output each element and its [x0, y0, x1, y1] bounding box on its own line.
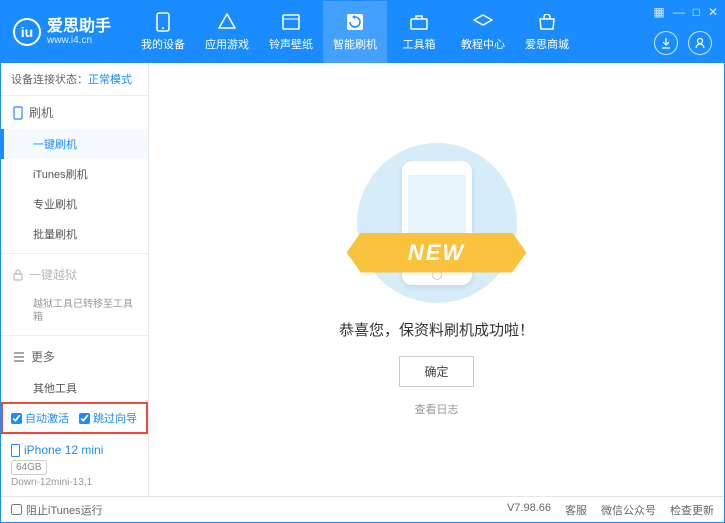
- menu-button[interactable]: ▦: [653, 5, 664, 19]
- logo-icon: iu: [13, 18, 41, 46]
- logo-area: iu 爱思助手 www.i4.cn: [1, 18, 123, 47]
- nav-my-device[interactable]: 我的设备: [131, 1, 195, 63]
- options-row: 自动激活 跳过向导: [1, 402, 148, 434]
- sidebar-onekey-flash[interactable]: 一键刷机: [1, 129, 148, 159]
- header: iu 爱思助手 www.i4.cn 我的设备 应用游戏 铃声壁纸 智能刷机: [1, 1, 724, 63]
- sidebar-batch-flash[interactable]: 批量刷机: [1, 219, 148, 249]
- device-info[interactable]: iPhone 12 mini 64GB Down-12mini-13,1: [1, 434, 148, 496]
- sidebar: 设备连接状态：正常模式 刷机 一键刷机 iTunes刷机 专业刷机 批量刷机 一…: [1, 63, 149, 496]
- view-log-link[interactable]: 查看日志: [415, 401, 459, 417]
- jailbreak-group: 一键越狱: [1, 258, 148, 291]
- device-phone-icon: [11, 444, 20, 457]
- close-button[interactable]: ✕: [708, 5, 718, 19]
- nav-tutorial[interactable]: 教程中心: [451, 1, 515, 63]
- toolbox-icon: [409, 12, 429, 32]
- device-name-text: iPhone 12 mini: [24, 443, 103, 457]
- success-illustration: NEW: [357, 143, 517, 303]
- flash-group[interactable]: 刷机: [1, 96, 148, 129]
- phone-icon: [153, 12, 173, 32]
- device-storage: 64GB: [11, 460, 47, 475]
- success-message: 恭喜您，保资料刷机成功啦！: [339, 319, 534, 340]
- nav-flash[interactable]: 智能刷机: [323, 1, 387, 63]
- update-link[interactable]: 检查更新: [670, 502, 714, 518]
- app-site: www.i4.cn: [47, 35, 111, 46]
- skip-guide-checkbox[interactable]: 跳过向导: [79, 410, 137, 426]
- nav-apps[interactable]: 应用游戏: [195, 1, 259, 63]
- apps-icon: [217, 12, 237, 32]
- sidebar-pro-flash[interactable]: 专业刷机: [1, 189, 148, 219]
- new-ribbon: NEW: [347, 233, 527, 273]
- nav-ringtone[interactable]: 铃声壁纸: [259, 1, 323, 63]
- device-firmware: Down-12mini-13,1: [11, 477, 138, 488]
- block-itunes-checkbox[interactable]: 阻止iTunes运行: [11, 502, 103, 518]
- download-button[interactable]: [654, 31, 678, 55]
- main-content: NEW 恭喜您，保资料刷机成功啦！ 确定 查看日志: [149, 63, 724, 496]
- confirm-button[interactable]: 确定: [399, 356, 473, 387]
- nav-toolbox[interactable]: 工具箱: [387, 1, 451, 63]
- nav-store[interactable]: 爱思商城: [515, 1, 579, 63]
- main-nav: 我的设备 应用游戏 铃声壁纸 智能刷机 工具箱 教程中心: [131, 1, 579, 63]
- footer: 阻止iTunes运行 V7.98.66 客服 微信公众号 检查更新: [1, 496, 724, 522]
- graduation-icon: [473, 12, 493, 32]
- phone-small-icon: [13, 106, 23, 120]
- lock-icon: [13, 269, 23, 281]
- connection-status: 设备连接状态：正常模式: [1, 63, 148, 96]
- support-link[interactable]: 客服: [565, 502, 587, 518]
- jailbreak-note: 越狱工具已转移至工具箱: [1, 291, 148, 331]
- wallpaper-icon: [281, 12, 301, 32]
- window-controls: ▦ — □ ✕: [653, 5, 718, 19]
- sidebar-other-tools[interactable]: 其他工具: [1, 373, 148, 402]
- refresh-icon: [345, 12, 365, 32]
- version-label: V7.98.66: [507, 502, 551, 518]
- maximize-button[interactable]: □: [693, 5, 700, 19]
- auto-activate-checkbox[interactable]: 自动激活: [11, 410, 69, 426]
- user-button[interactable]: [688, 31, 712, 55]
- app-window: iu 爱思助手 www.i4.cn 我的设备 应用游戏 铃声壁纸 智能刷机: [0, 0, 725, 523]
- store-icon: [537, 12, 557, 32]
- app-name: 爱思助手: [47, 18, 111, 36]
- more-group[interactable]: 更多: [1, 340, 148, 373]
- minimize-button[interactable]: —: [673, 5, 685, 19]
- list-icon: [13, 352, 25, 362]
- wechat-link[interactable]: 微信公众号: [601, 502, 656, 518]
- sidebar-itunes-flash[interactable]: iTunes刷机: [1, 159, 148, 189]
